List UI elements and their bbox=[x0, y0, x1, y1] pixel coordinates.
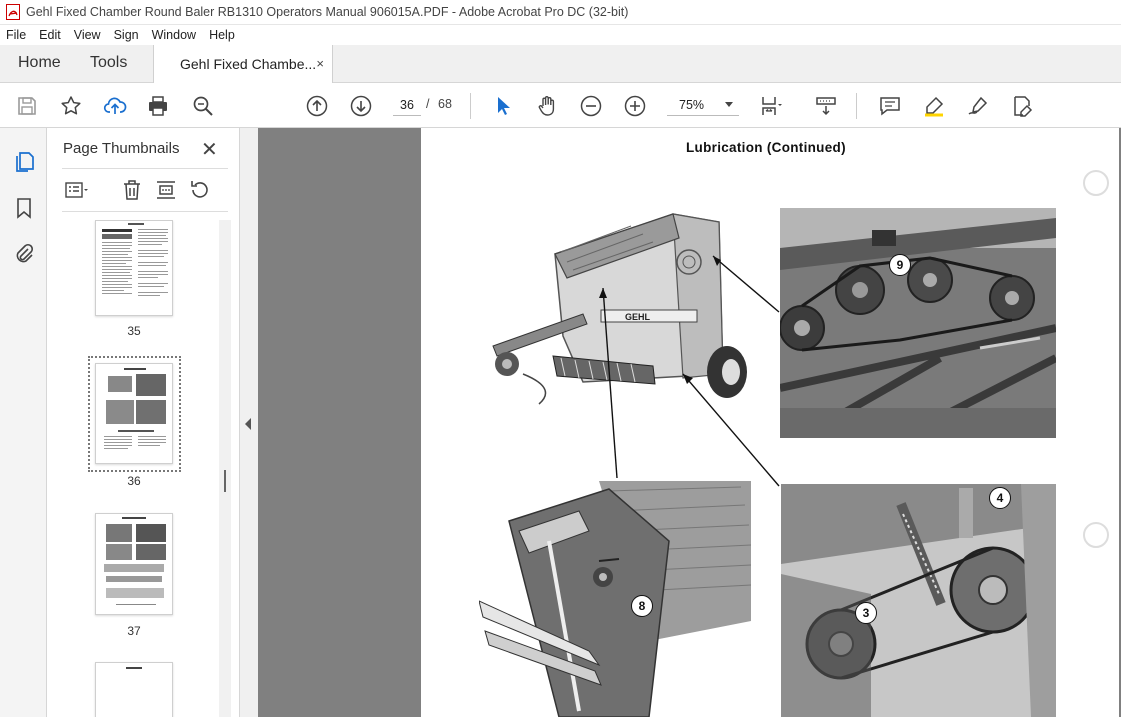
thumbnails-panel: Page Thumbnails ✕ 35 36 37 bbox=[47, 128, 240, 717]
bookmarks-icon[interactable] bbox=[12, 196, 36, 220]
main-toolbar: / 68 75% bbox=[0, 83, 1121, 128]
menu-file[interactable]: File bbox=[6, 28, 26, 42]
search-zoom-icon[interactable] bbox=[190, 93, 216, 119]
menu-help[interactable]: Help bbox=[209, 28, 235, 42]
thumbnail-preview bbox=[126, 667, 142, 669]
zoom-level-dropdown[interactable]: 75% bbox=[667, 94, 739, 116]
close-tab-icon[interactable]: × bbox=[316, 56, 324, 71]
close-panel-icon[interactable]: ✕ bbox=[201, 137, 218, 162]
scroll-mode-icon[interactable] bbox=[813, 93, 839, 119]
left-rail bbox=[0, 128, 47, 717]
thumbnail-page-35[interactable] bbox=[95, 220, 173, 316]
callout-4: 4 bbox=[989, 487, 1011, 509]
panel-toolbar bbox=[62, 168, 228, 212]
menu-bar: File Edit View Sign Window Help bbox=[0, 25, 1121, 45]
callout-3: 3 bbox=[855, 602, 877, 624]
thumbnail-label: 37 bbox=[127, 624, 141, 638]
punch-hole bbox=[1083, 170, 1109, 196]
select-cursor-icon[interactable] bbox=[490, 93, 516, 119]
print-icon[interactable] bbox=[145, 93, 171, 119]
highlight-pen-icon[interactable] bbox=[921, 93, 947, 119]
menu-edit[interactable]: Edit bbox=[39, 28, 61, 42]
chevron-down-icon bbox=[725, 102, 733, 107]
sign-pen-icon[interactable] bbox=[965, 93, 991, 119]
thumbnail-preview bbox=[104, 517, 166, 605]
page-thumbnails-icon[interactable] bbox=[12, 150, 36, 174]
page-down-icon[interactable] bbox=[348, 93, 374, 119]
panel-collapse-handle[interactable] bbox=[240, 128, 258, 717]
thumbnail-page-36[interactable] bbox=[95, 363, 173, 464]
toolbar-divider bbox=[470, 93, 471, 119]
thumbnail-label: 35 bbox=[127, 324, 141, 338]
tab-bar: Home Tools Gehl Fixed Chambe... × bbox=[0, 45, 1121, 83]
pdf-page: Lubrication (Continued) GEHL 9 8 4 3 bbox=[421, 128, 1119, 717]
delete-page-icon[interactable] bbox=[120, 178, 144, 202]
thumbnail-list[interactable]: 35 36 37 bbox=[62, 220, 232, 717]
chain-sprocket-photo-bottom bbox=[781, 484, 1056, 717]
thumbnail-preview bbox=[102, 223, 168, 296]
page-heading: Lubrication (Continued) bbox=[686, 140, 846, 155]
thumbnail-page-37[interactable] bbox=[95, 513, 173, 615]
tab-document[interactable]: Gehl Fixed Chambe... × bbox=[153, 45, 333, 83]
thumbnail-scrollbar-thumb[interactable] bbox=[224, 470, 226, 492]
chain-sprocket-photo-top bbox=[780, 208, 1056, 438]
thumbnail-label: 36 bbox=[127, 474, 141, 488]
page-number-input[interactable] bbox=[393, 94, 421, 116]
thumbnail-preview bbox=[104, 368, 166, 449]
thumbnail-scrollbar[interactable] bbox=[219, 220, 231, 717]
thumbnail-options-icon[interactable] bbox=[64, 178, 88, 202]
collapse-arrow-icon bbox=[245, 418, 251, 430]
machine-brand-label: GEHL bbox=[625, 312, 651, 322]
acrobat-app-icon bbox=[6, 4, 20, 20]
attachments-icon[interactable] bbox=[12, 242, 36, 266]
panel-title: Page Thumbnails bbox=[63, 140, 180, 157]
hand-pan-icon[interactable] bbox=[534, 93, 560, 119]
page-total: 68 bbox=[438, 97, 452, 111]
menu-view[interactable]: View bbox=[74, 28, 101, 42]
menu-window[interactable]: Window bbox=[152, 28, 196, 42]
zoom-in-icon[interactable] bbox=[622, 93, 648, 119]
callout-8: 8 bbox=[631, 595, 653, 617]
page-separator: / bbox=[426, 97, 430, 111]
tab-tools[interactable]: Tools bbox=[90, 54, 127, 72]
punch-hole bbox=[1083, 522, 1109, 548]
cloud-upload-icon[interactable] bbox=[102, 93, 128, 119]
extract-pages-icon[interactable] bbox=[154, 178, 178, 202]
edit-pdf-icon[interactable] bbox=[1009, 93, 1035, 119]
rotate-page-icon[interactable] bbox=[188, 178, 212, 202]
baler-machine-photo: GEHL bbox=[483, 206, 773, 428]
tab-home[interactable]: Home bbox=[18, 54, 61, 72]
window-title: Gehl Fixed Chamber Round Baler RB1310 Op… bbox=[26, 5, 629, 19]
save-icon[interactable] bbox=[14, 93, 40, 119]
document-tab-label: Gehl Fixed Chambe... bbox=[180, 56, 317, 72]
fit-page-icon[interactable] bbox=[757, 93, 783, 119]
toolbar-divider bbox=[856, 93, 857, 119]
zoom-level-value: 75% bbox=[679, 98, 705, 112]
thumbnail-page-38[interactable] bbox=[95, 662, 173, 717]
comment-icon[interactable] bbox=[877, 93, 903, 119]
menu-sign[interactable]: Sign bbox=[114, 28, 139, 42]
title-bar: Gehl Fixed Chamber Round Baler RB1310 Op… bbox=[0, 0, 1121, 25]
page-up-icon[interactable] bbox=[304, 93, 330, 119]
callout-9: 9 bbox=[889, 254, 911, 276]
pivot-arm-photo bbox=[479, 481, 751, 717]
zoom-out-icon[interactable] bbox=[578, 93, 604, 119]
bookmark-star-icon[interactable] bbox=[58, 93, 84, 119]
